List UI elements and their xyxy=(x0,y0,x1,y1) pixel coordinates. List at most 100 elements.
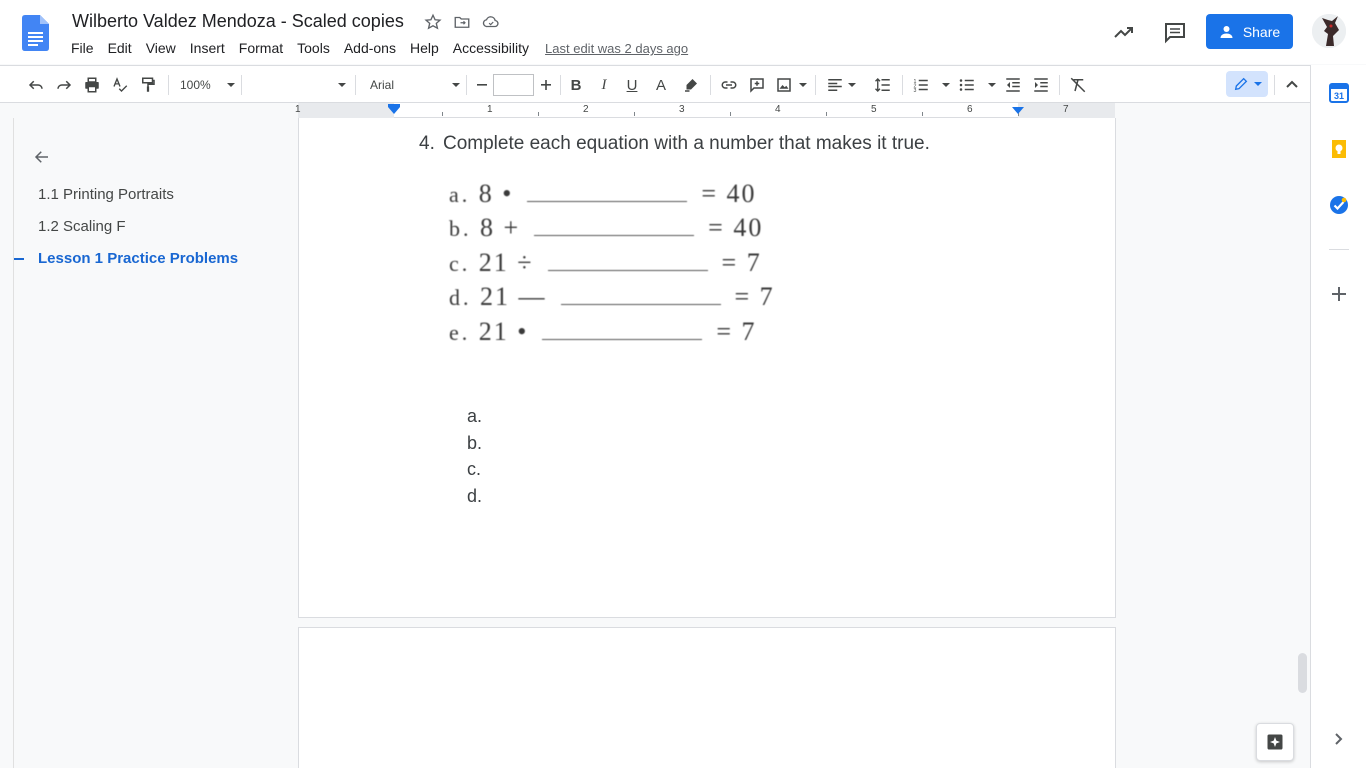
right-indent-marker[interactable] xyxy=(1012,107,1024,114)
equation-label: c. xyxy=(449,251,471,276)
text-color-icon[interactable]: A xyxy=(651,74,671,96)
menu-format[interactable]: Format xyxy=(232,38,290,58)
bulleted-list-icon[interactable] xyxy=(958,74,996,96)
equation-label: e. xyxy=(449,320,471,345)
editing-mode-icon[interactable] xyxy=(1226,71,1268,97)
menu-accessibility[interactable]: Accessibility xyxy=(446,38,536,58)
answer-list[interactable]: a. b. c. d. xyxy=(467,406,482,512)
collapse-menus-icon[interactable] xyxy=(1283,74,1301,96)
zoom-select[interactable]: 100% xyxy=(180,74,235,96)
highlight-icon[interactable] xyxy=(681,74,701,96)
answer-item[interactable]: d. xyxy=(467,486,482,513)
numbered-list-icon[interactable]: 123 xyxy=(912,74,950,96)
equation-left: 21 • xyxy=(478,317,529,346)
chevron-down-icon xyxy=(338,83,346,87)
chevron-down-icon xyxy=(1253,82,1262,86)
answer-item[interactable]: a. xyxy=(467,406,482,433)
avatar[interactable] xyxy=(1312,14,1346,48)
increase-font-size-button[interactable] xyxy=(535,74,557,96)
increase-indent-icon[interactable] xyxy=(1031,74,1051,96)
answer-item[interactable]: c. xyxy=(467,459,482,486)
document-canvas: 1.1 Printing Portraits 1.2 Scaling F Les… xyxy=(0,118,1310,768)
align-icon[interactable] xyxy=(826,74,856,96)
equation-left: 8 + xyxy=(480,213,521,242)
share-label: Share xyxy=(1242,23,1281,40)
insert-image-icon[interactable] xyxy=(775,74,807,96)
menu-insert[interactable]: Insert xyxy=(183,38,232,58)
cloud-saved-icon[interactable] xyxy=(482,13,500,31)
spellcheck-icon[interactable] xyxy=(110,74,130,96)
comment-history-icon[interactable] xyxy=(1163,20,1187,49)
svg-text:31: 31 xyxy=(1334,91,1344,101)
underline-icon[interactable]: U xyxy=(622,74,642,96)
document-page[interactable]: 4. Complete each equation with a number … xyxy=(298,118,1116,618)
equation-row: b. 8 + = 40 xyxy=(449,213,763,243)
clear-formatting-icon[interactable] xyxy=(1068,74,1088,96)
star-icon[interactable] xyxy=(424,13,442,31)
redo-icon[interactable] xyxy=(54,74,74,96)
document-outline: 1.1 Printing Portraits 1.2 Scaling F Les… xyxy=(14,118,298,768)
last-edit-link[interactable]: Last edit was 2 days ago xyxy=(545,38,688,58)
italic-icon[interactable]: I xyxy=(594,74,614,96)
get-addons-icon[interactable] xyxy=(1329,284,1349,304)
outline-item-scaling-f[interactable]: 1.2 Scaling F xyxy=(38,218,126,235)
vertical-scrollbar-thumb[interactable] xyxy=(1298,653,1307,693)
equation-label: b. xyxy=(449,216,472,241)
equation-right: = 7 xyxy=(734,282,775,311)
equation-row: a. 8 • = 40 xyxy=(449,179,757,209)
line-spacing-icon[interactable] xyxy=(873,74,893,96)
formatting-toolbar: 100% Arial B I U A 1 2 3 xyxy=(0,65,1310,103)
outline-item-lesson-1-practice-problems[interactable]: Lesson 1 Practice Problems xyxy=(38,250,238,267)
undo-icon[interactable] xyxy=(26,74,46,96)
answer-item[interactable]: b. xyxy=(467,433,482,460)
svg-text:3: 3 xyxy=(914,88,917,94)
bold-icon[interactable]: B xyxy=(566,74,586,96)
left-indent-marker[interactable] xyxy=(388,107,400,114)
explore-sparkle-icon xyxy=(1267,734,1283,750)
tasks-icon[interactable] xyxy=(1329,195,1349,215)
menu-edit[interactable]: Edit xyxy=(101,38,139,58)
equations-image[interactable]: a. 8 • = 40 b. 8 + = 40 c. 21 ÷ = 7 d. 21 —… xyxy=(449,179,874,349)
docs-logo-icon[interactable] xyxy=(22,15,49,51)
docs-header: Wilberto Valdez Mendoza - Scaled copies … xyxy=(0,0,1366,64)
chevron-down-icon xyxy=(988,83,996,87)
decrease-indent-icon[interactable] xyxy=(1003,74,1023,96)
hide-side-panel-icon[interactable] xyxy=(1333,732,1345,751)
move-to-folder-icon[interactable] xyxy=(453,13,471,31)
equation-left: 21 — xyxy=(480,282,547,311)
ruler-label: 5 xyxy=(871,104,877,115)
menu-addons[interactable]: Add-ons xyxy=(337,38,403,58)
outline-item-printing-portraits[interactable]: 1.1 Printing Portraits xyxy=(38,186,174,203)
menu-tools[interactable]: Tools xyxy=(290,38,337,58)
keep-icon[interactable] xyxy=(1329,139,1349,159)
add-comment-icon[interactable] xyxy=(747,74,767,96)
chevron-down-icon xyxy=(227,83,235,87)
document-title[interactable]: Wilberto Valdez Mendoza - Scaled copies xyxy=(72,11,404,32)
paragraph-style-select[interactable] xyxy=(250,74,346,96)
font-size-input[interactable] xyxy=(493,74,534,96)
menu-bar: File Edit View Insert Format Tools Add-o… xyxy=(64,38,688,58)
equation-right: = 40 xyxy=(701,179,757,208)
ruler-label: 1 xyxy=(487,104,493,115)
ruler-label: 4 xyxy=(775,104,781,115)
explore-button[interactable] xyxy=(1256,723,1294,761)
chevron-down-icon xyxy=(452,83,460,87)
activity-trend-icon[interactable] xyxy=(1112,20,1136,49)
horizontal-ruler[interactable]: 1 1 2 3 4 5 6 7 xyxy=(0,103,1310,118)
decrease-font-size-button[interactable] xyxy=(471,74,493,96)
menu-view[interactable]: View xyxy=(139,38,183,58)
document-page[interactable] xyxy=(298,627,1116,768)
link-icon[interactable] xyxy=(719,74,739,96)
share-button[interactable]: Share xyxy=(1206,14,1293,49)
font-family-select[interactable]: Arial xyxy=(370,74,460,96)
menu-help[interactable]: Help xyxy=(403,38,446,58)
calendar-icon[interactable]: 31 xyxy=(1329,83,1349,103)
zoom-value: 100% xyxy=(180,78,211,92)
menu-file[interactable]: File xyxy=(64,38,101,58)
paint-format-icon[interactable] xyxy=(138,74,158,96)
close-outline-arrow-icon[interactable] xyxy=(33,148,51,171)
print-icon[interactable] xyxy=(82,74,102,96)
equation-right: = 40 xyxy=(708,213,764,242)
equation-label: a. xyxy=(449,182,471,207)
ruler-label: 7 xyxy=(1063,104,1069,115)
